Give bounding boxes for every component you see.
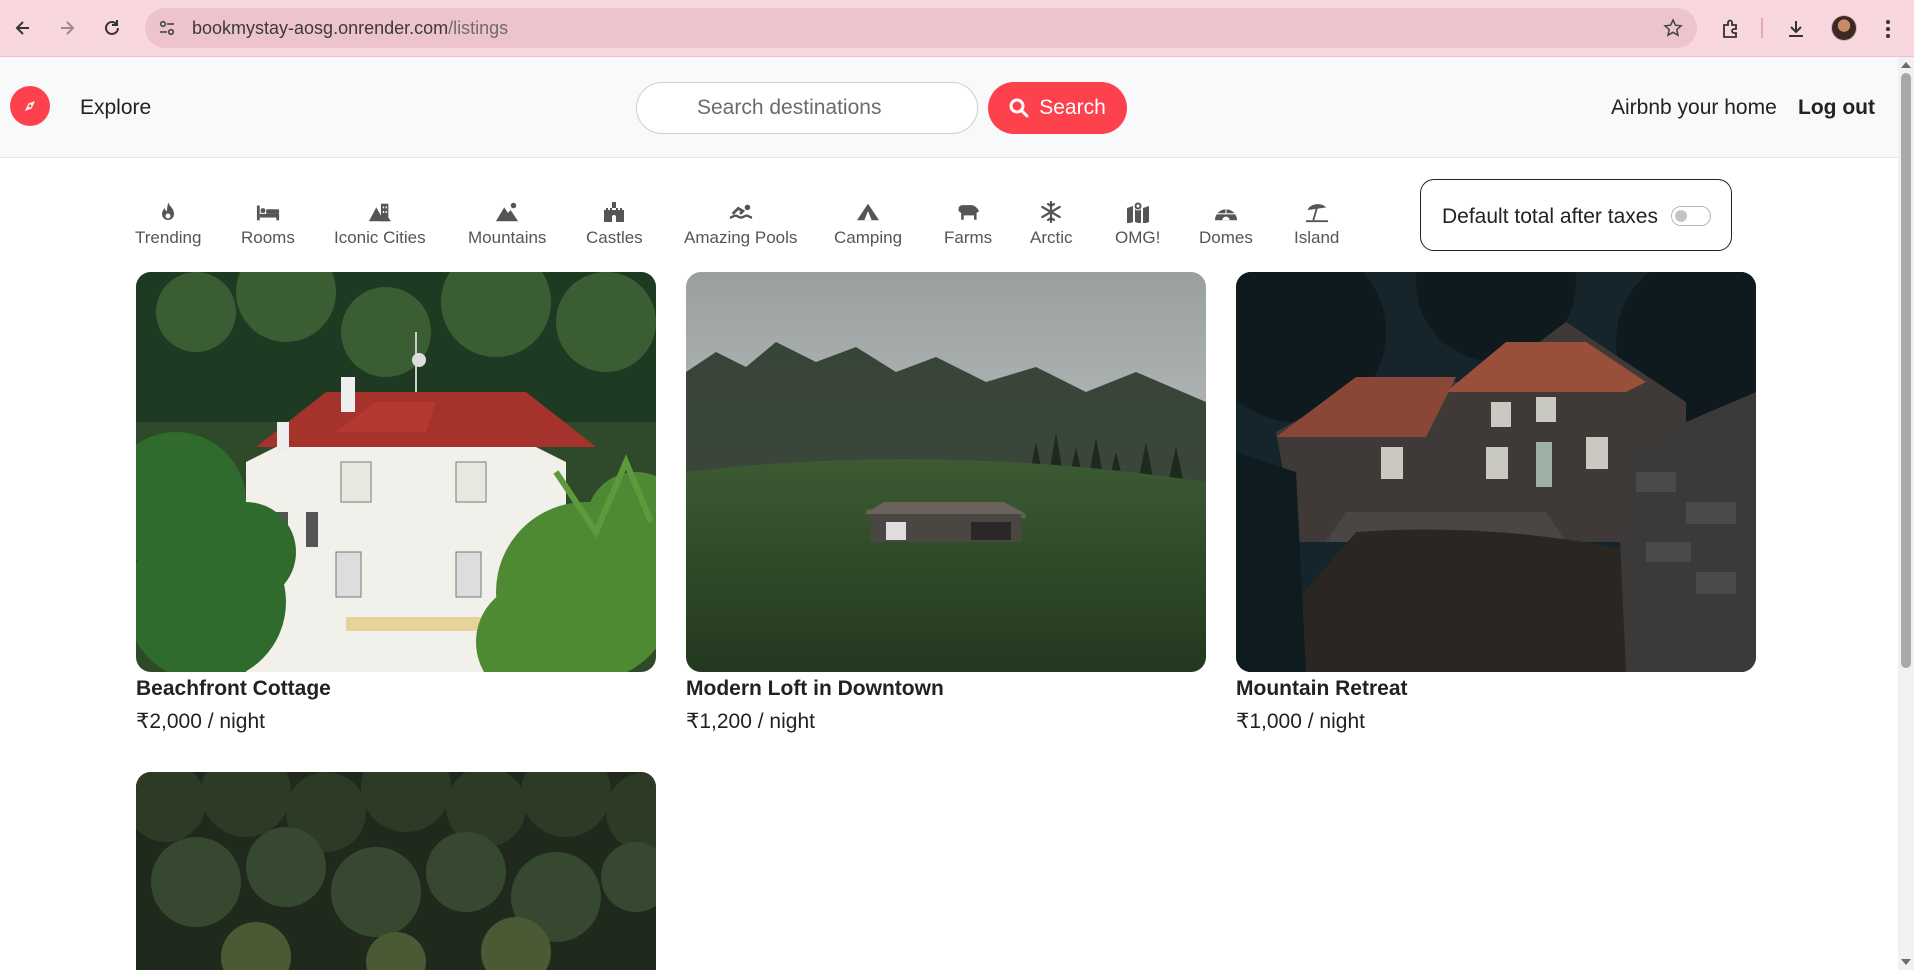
filter-label: Arctic (1030, 228, 1073, 247)
listing-price: ₹1,000 / night (1236, 710, 1365, 733)
profile-avatar[interactable] (1831, 15, 1857, 41)
bed-icon (256, 200, 280, 224)
airbnb-your-home-link[interactable]: Airbnb your home (1611, 96, 1777, 120)
filter-label: Domes (1199, 228, 1253, 247)
listing-card[interactable]: Modern Loft in Downtown ₹1,200 / night (686, 272, 1206, 734)
extensions-icon[interactable] (1716, 14, 1746, 44)
filter-label: Trending (135, 228, 202, 247)
listing-photo[interactable] (1236, 272, 1756, 672)
filter-domes[interactable]: Domes (1199, 200, 1253, 248)
listing-title[interactable]: Mountain Retreat (1236, 677, 1756, 701)
umbrella-beach-icon (1305, 200, 1329, 224)
filter-castles[interactable]: Castles (586, 200, 643, 248)
listing-card[interactable] (136, 772, 656, 970)
filter-label: Mountains (468, 228, 547, 247)
tax-switch[interactable] (1671, 206, 1711, 226)
scroll-down-arrow[interactable] (1901, 959, 1911, 965)
downloads-icon[interactable] (1781, 14, 1811, 44)
menu-dots-icon[interactable] (1873, 14, 1903, 44)
url-text: bookmystay-aosg.onrender.com/listings (192, 18, 508, 38)
filter-mountains[interactable]: Mountains (468, 200, 546, 248)
filter-island[interactable]: Island (1294, 200, 1339, 248)
tax-toggle-label: Default total after taxes (1442, 205, 1658, 228)
switch-knob (1675, 210, 1687, 222)
search-icon (1009, 98, 1029, 118)
browser-toolbar: bookmystay-aosg.onrender.com/listings (0, 0, 1914, 57)
listing-price: ₹1,200 / night (686, 710, 815, 733)
url-domain: bookmystay-aosg.onrender.com (192, 18, 449, 38)
igloo-icon (1214, 200, 1238, 224)
page-scrollbar[interactable] (1898, 57, 1914, 970)
bookmark-star-icon[interactable] (1661, 16, 1685, 40)
filter-arctic[interactable]: Arctic (1030, 200, 1073, 248)
search-button[interactable]: Search (988, 82, 1127, 134)
castle-icon (602, 200, 626, 224)
back-icon[interactable] (8, 13, 38, 43)
site-navbar: Explore Search Airbnb your home Log out (0, 57, 1898, 158)
reload-icon[interactable] (97, 13, 127, 43)
listing-price: ₹2,000 / night (136, 710, 265, 733)
filter-camping[interactable]: Camping (834, 200, 902, 248)
filter-label: Amazing Pools (684, 228, 798, 247)
filter-label: Camping (834, 228, 903, 247)
tax-toggle-box[interactable]: Default total after taxes (1420, 179, 1732, 251)
campground-icon (856, 200, 880, 224)
explore-link[interactable]: Explore (80, 96, 151, 120)
address-bar[interactable]: bookmystay-aosg.onrender.com/listings (145, 8, 1697, 48)
listing-card[interactable]: Beachfront Cottage ₹2,000 / night (136, 272, 656, 734)
listing-photo[interactable] (136, 772, 656, 970)
forward-icon[interactable] (52, 13, 82, 43)
mountain-city-icon (368, 200, 392, 224)
person-swimming-icon (729, 200, 753, 224)
filter-label: Island (1294, 228, 1340, 247)
filter-label: Castles (586, 228, 643, 247)
filter-farms[interactable]: Farms (944, 200, 992, 248)
filter-rooms[interactable]: Rooms (241, 200, 295, 248)
toolbar-divider (1761, 18, 1763, 38)
listing-card[interactable]: Mountain Retreat ₹1,000 / night (1236, 272, 1756, 734)
filter-label: Rooms (241, 228, 295, 247)
filter-label: Iconic Cities (334, 228, 426, 247)
filter-label: Farms (944, 228, 993, 247)
map-location-icon (1126, 200, 1150, 224)
filter-amazing-pools[interactable]: Amazing Pools (684, 200, 797, 248)
listing-title[interactable]: Modern Loft in Downtown (686, 677, 1206, 701)
filter-trending[interactable]: Trending (135, 200, 201, 248)
compass-logo-icon[interactable] (10, 86, 50, 126)
filter-label: OMG! (1115, 228, 1161, 247)
search-button-label: Search (1039, 96, 1106, 119)
log-out-link[interactable]: Log out (1798, 96, 1875, 120)
site-info-icon[interactable] (155, 16, 179, 40)
cow-icon (956, 200, 980, 224)
listing-photo[interactable] (136, 272, 656, 672)
scrollbar-thumb[interactable] (1901, 73, 1911, 668)
fire-icon (156, 200, 180, 224)
listing-title[interactable]: Beachfront Cottage (136, 677, 656, 701)
listing-photo[interactable] (686, 272, 1206, 672)
snowflake-icon (1039, 200, 1063, 224)
url-path: /listings (448, 18, 509, 38)
filter-iconic-cities[interactable]: Iconic Cities (334, 200, 426, 248)
scroll-up-arrow[interactable] (1901, 62, 1911, 68)
search-input[interactable] (636, 82, 978, 134)
filter-omg[interactable]: OMG! (1115, 200, 1160, 248)
mountain-sun-icon (495, 200, 519, 224)
